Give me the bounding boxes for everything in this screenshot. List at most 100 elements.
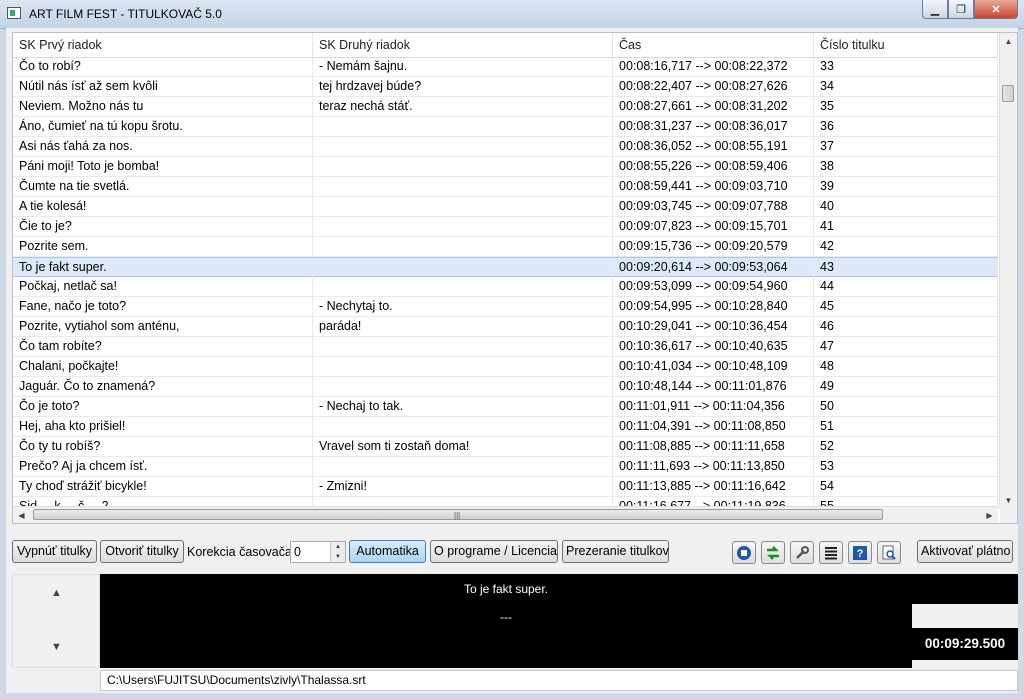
first-line-cell[interactable]: Čo to robí? [13,57,313,76]
table-row[interactable]: A tie kolesá! 00:09:03,745 --> 00:09:07,7… [13,197,998,217]
second-line-cell[interactable]: tej hrdzavej búde? [313,77,613,96]
table-row[interactable]: Prečo? Aj ja chcem ísť. 00:11:11,693 --> … [13,457,998,477]
first-line-cell[interactable]: To je fakt super. [13,258,313,277]
time-cell[interactable]: 00:08:36,052 --> 00:08:55,191 [613,137,814,156]
table-row[interactable]: Neviem. Možno nás tu teraz nechá stáť. 00:… [13,97,998,117]
table-row[interactable]: Fane, načo je toto? - Nechytaj to. 00:09:5… [13,297,998,317]
table-row[interactable]: Hej, aha kto prišiel! 00:11:04,391 --> 00… [13,417,998,437]
first-line-cell[interactable]: Páni moji! Toto je bomba! [13,157,313,176]
stepper-down-icon[interactable]: ▼ [330,552,345,562]
previous-subtitle-icon[interactable]: ▲ [51,587,62,599]
column-header-number[interactable]: Číslo titulku [814,33,998,57]
second-line-cell[interactable] [313,217,613,236]
time-cell[interactable]: 00:09:53,099 --> 00:09:54,960 [613,277,814,296]
table-row[interactable]: Asi nás ťahá za nos. 00:08:36,052 --> 00:… [13,137,998,157]
number-cell[interactable]: 47 [814,337,998,356]
timer-correction-input[interactable] [294,544,328,560]
second-line-cell[interactable]: - Nechytaj to. [313,297,613,316]
table-row[interactable]: Čie to je? 00:09:07,823 --> 00:09:15,701 4… [13,217,998,237]
time-cell[interactable]: 00:11:08,885 --> 00:11:11,658 [613,437,814,456]
first-line-cell[interactable]: Neviem. Možno nás tu [13,97,313,116]
open-subtitles-button[interactable]: Otvoriť titulky [100,540,184,563]
second-line-cell[interactable]: - Zmizni! [313,477,613,496]
table-row[interactable]: Čumte na tie svetlá. 00:08:59,441 --> 00:… [13,177,998,197]
turn-off-subtitles-button[interactable]: Vypnúť titulky [12,540,97,563]
first-line-cell[interactable]: Jaguár. Čo to znamená? [13,377,313,396]
first-line-cell[interactable]: Asi nás ťahá za nos. [13,137,313,156]
table-row[interactable]: Počkaj, netlač sa! 00:09:53,099 --> 00:09… [13,277,998,297]
time-cell[interactable]: 00:09:54,995 --> 00:10:28,840 [613,297,814,316]
first-line-cell[interactable]: Prečo? Aj ja chcem ísť. [13,457,313,476]
second-line-cell[interactable] [313,197,613,216]
second-line-cell[interactable] [313,377,613,396]
activate-screen-button[interactable]: Aktivovať plátno [917,540,1013,563]
time-cell[interactable]: 00:08:55,226 --> 00:08:59,406 [613,157,814,176]
second-line-cell[interactable] [313,357,613,376]
vertical-scroll-thumb[interactable] [1002,85,1014,102]
second-line-cell[interactable]: - Nemám šajnu. [313,57,613,76]
second-line-cell[interactable]: Vravel som ti zostaň doma! [313,437,613,456]
first-line-cell[interactable]: Chalani, počkajte! [13,357,313,376]
second-line-cell[interactable] [313,157,613,176]
table-row[interactable]: Čo ty tu robíš? Vravel som ti zostaň doma… [13,437,998,457]
minimize-button[interactable]: ▁ [922,0,948,19]
number-cell[interactable]: 45 [814,297,998,316]
table-row[interactable]: Pozrite, vytiahol som anténu, paráda! 00:1… [13,317,998,337]
second-line-cell[interactable] [313,457,613,476]
number-cell[interactable]: 34 [814,77,998,96]
number-cell[interactable]: 46 [814,317,998,336]
time-cell[interactable]: 00:09:07,823 --> 00:09:15,701 [613,217,814,236]
scroll-left-icon[interactable]: ◀ [13,507,30,523]
number-cell[interactable]: 54 [814,477,998,496]
table-row[interactable]: Pozrite sem. 00:09:15,736 --> 00:09:20,57… [13,237,998,257]
second-line-cell[interactable]: - Nechaj to tak. [313,397,613,416]
time-cell[interactable]: 00:08:22,407 --> 00:08:27,626 [613,77,814,96]
time-cell[interactable]: 00:08:59,441 --> 00:09:03,710 [613,177,814,196]
list-button[interactable] [819,541,843,564]
table-row[interactable]: Čo tam robíte? 00:10:36,617 --> 00:10:40,… [13,337,998,357]
time-cell[interactable]: 00:09:20,614 --> 00:09:53,064 [613,258,814,277]
second-line-cell[interactable] [313,337,613,356]
browse-subtitles-button[interactable]: Prezeranie titulkov [562,540,669,563]
first-line-cell[interactable]: Hej, aha kto prišiel! [13,417,313,436]
first-line-cell[interactable]: Čie to je? [13,217,313,236]
vertical-scrollbar[interactable]: ▲ ▼ [999,33,1017,509]
first-line-cell[interactable]: Pozrite sem. [13,237,313,256]
number-cell[interactable]: 52 [814,437,998,456]
table-row[interactable]: Čo je toto? - Nechaj to tak. 00:11:01,911 … [13,397,998,417]
horizontal-scrollbar[interactable]: ◀ ||| ▶ [13,506,998,523]
close-button[interactable]: ✕ [974,0,1018,19]
first-line-cell[interactable]: Ty choď strážiť bicykle! [13,477,313,496]
table-row[interactable]: Nútil nás ísť až sem kvôli tej hrdzavej b… [13,77,998,97]
time-cell[interactable]: 00:09:03,745 --> 00:09:07,788 [613,197,814,216]
first-line-cell[interactable]: Čo je toto? [13,397,313,416]
second-line-cell[interactable] [313,277,613,296]
time-cell[interactable]: 00:08:27,661 --> 00:08:31,202 [613,97,814,116]
table-row[interactable]: Chalani, počkajte! 00:10:41,034 --> 00:10… [13,357,998,377]
number-cell[interactable]: 44 [814,277,998,296]
stop-button[interactable] [732,541,756,564]
first-line-cell[interactable]: Fane, načo je toto? [13,297,313,316]
number-cell[interactable]: 42 [814,237,998,256]
number-cell[interactable]: 33 [814,57,998,76]
second-line-cell[interactable] [313,117,613,136]
horizontal-scroll-thumb[interactable]: ||| [33,509,883,520]
table-row[interactable]: Jaguár. Čo to znamená? 00:10:48,144 --> 0… [13,377,998,397]
first-line-cell[interactable]: Čumte na tie svetlá. [13,177,313,196]
column-header-time[interactable]: Čas [613,33,814,57]
number-cell[interactable]: 38 [814,157,998,176]
scroll-right-icon[interactable]: ▶ [981,507,998,523]
about-license-button[interactable]: O programe / Licencia [430,540,558,563]
second-line-cell[interactable]: paráda! [313,317,613,336]
time-cell[interactable]: 00:11:01,911 --> 00:11:04,356 [613,397,814,416]
next-subtitle-icon[interactable]: ▼ [51,641,62,653]
time-cell[interactable]: 00:09:15,736 --> 00:09:20,579 [613,237,814,256]
swap-button[interactable] [761,541,785,564]
column-header-second-line[interactable]: SK Druhý riadok [313,33,613,57]
maximize-button[interactable]: ❐ [948,0,974,19]
timer-correction-stepper[interactable]: ▲ ▼ [290,541,346,563]
second-line-cell[interactable]: teraz nechá stáť. [313,97,613,116]
number-cell[interactable]: 35 [814,97,998,116]
number-cell[interactable]: 37 [814,137,998,156]
time-cell[interactable]: 00:11:13,885 --> 00:11:16,642 [613,477,814,496]
